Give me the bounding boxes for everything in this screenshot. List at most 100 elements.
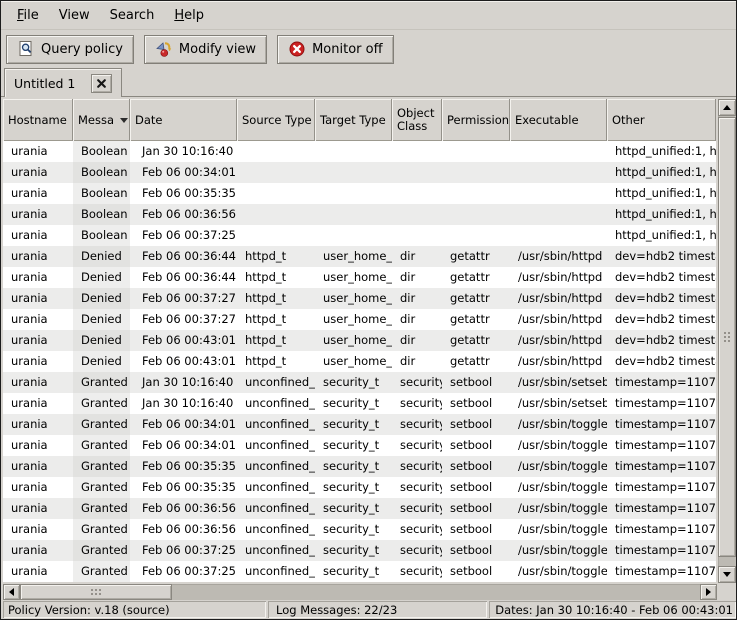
scroll-down-arrow[interactable] xyxy=(718,566,736,583)
cell-hostname: urania xyxy=(3,435,73,456)
column-header-executable[interactable]: Executable xyxy=(510,99,607,141)
cell-other: timestamp=11076 xyxy=(607,540,716,561)
modify-view-button[interactable]: Modify view xyxy=(144,35,267,64)
cell-permission: setbool xyxy=(442,477,510,498)
horizontal-scrollbar[interactable] xyxy=(3,584,717,600)
column-header-source-type[interactable]: Source Type xyxy=(237,99,315,141)
cell-object-class: security xyxy=(392,435,442,456)
log-row[interactable]: uraniaGrantedFeb 06 00:35:35unconfined_s… xyxy=(3,477,716,498)
menu-view[interactable]: View xyxy=(49,4,100,27)
cell-object-class xyxy=(392,162,442,183)
log-row[interactable]: uraniaGrantedFeb 06 00:37:25unconfined_s… xyxy=(3,561,716,582)
menu-file[interactable]: File xyxy=(7,4,49,27)
column-header-date[interactable]: Date xyxy=(130,99,237,141)
scroll-left-arrow[interactable] xyxy=(3,584,20,600)
cell-hostname: urania xyxy=(3,540,73,561)
log-row[interactable]: uraniaBooleanFeb 06 00:36:56httpd_unifie… xyxy=(3,204,716,225)
cell-object-class: security xyxy=(392,519,442,540)
cell-hostname: urania xyxy=(3,183,73,204)
cell-executable: /usr/sbin/setseb xyxy=(510,372,607,393)
log-row[interactable]: uraniaGrantedFeb 06 00:34:01unconfined_s… xyxy=(3,435,716,456)
cell-other: httpd_unified:1, h xyxy=(607,141,716,162)
log-row[interactable]: uraniaDeniedFeb 06 00:43:01httpd_tuser_h… xyxy=(3,351,716,372)
log-row[interactable]: uraniaGrantedJan 30 10:16:40unconfined_s… xyxy=(3,372,716,393)
cell-executable xyxy=(510,162,607,183)
log-row[interactable]: uraniaDeniedFeb 06 00:43:01httpd_tuser_h… xyxy=(3,330,716,351)
cell-target-type: security_t xyxy=(315,456,392,477)
cell-date: Feb 06 00:34:01 xyxy=(130,435,237,456)
cell-permission: setbool xyxy=(442,435,510,456)
dates-status: Dates: Jan 30 10:16:40 - Feb 06 00:43:01 xyxy=(489,601,736,618)
column-header-hostname[interactable]: Hostname xyxy=(3,99,73,141)
log-row[interactable]: uraniaGrantedFeb 06 00:34:01unconfined_s… xyxy=(3,414,716,435)
cell-source-type: unconfined_ xyxy=(237,414,315,435)
log-row[interactable]: uraniaGrantedFeb 06 00:36:56unconfined_s… xyxy=(3,519,716,540)
log-row[interactable]: uraniaBooleanFeb 06 00:37:25httpd_unifie… xyxy=(3,225,716,246)
menu-search[interactable]: Search xyxy=(100,4,165,27)
cell-object-class: dir xyxy=(392,309,442,330)
menu-help[interactable]: Help xyxy=(164,4,214,27)
log-row[interactable]: uraniaDeniedFeb 06 00:36:44httpd_tuser_h… xyxy=(3,267,716,288)
log-row[interactable]: uraniaBooleanFeb 06 00:35:35httpd_unifie… xyxy=(3,183,716,204)
cell-date: Feb 06 00:34:01 xyxy=(130,414,237,435)
sort-descending-icon xyxy=(120,118,128,123)
cell-other: dev=hdb2 timesta xyxy=(607,246,716,267)
left-arrow-icon xyxy=(9,588,14,596)
scroll-right-arrow[interactable] xyxy=(700,584,717,600)
query-policy-button[interactable]: Query policy xyxy=(6,35,134,64)
log-row[interactable]: uraniaBooleanFeb 06 00:34:01httpd_unifie… xyxy=(3,162,716,183)
cell-source-type: unconfined_ xyxy=(237,540,315,561)
monitor-off-button[interactable]: Monitor off xyxy=(277,35,393,64)
column-header-label: Executable xyxy=(515,114,579,127)
cell-hostname: urania xyxy=(3,330,73,351)
cell-object-class xyxy=(392,204,442,225)
status-bar: Policy Version: v.18 (source) Log Messag… xyxy=(1,600,736,619)
cell-messa: Denied xyxy=(73,288,130,309)
column-header-target-type[interactable]: Target Type xyxy=(315,99,392,141)
vertical-scrollbar-thumb[interactable] xyxy=(718,117,736,557)
modify-view-icon xyxy=(155,40,173,58)
cell-hostname: urania xyxy=(3,456,73,477)
column-header-messa[interactable]: Messa xyxy=(73,99,130,141)
cell-source-type: unconfined_ xyxy=(237,393,315,414)
query-policy-icon xyxy=(17,40,35,58)
cell-executable: /usr/sbin/toggle xyxy=(510,477,607,498)
log-row[interactable]: uraniaGrantedFeb 06 00:36:56unconfined_s… xyxy=(3,498,716,519)
column-header-other[interactable]: Other xyxy=(607,99,716,141)
close-icon[interactable] xyxy=(91,74,112,93)
cell-hostname: urania xyxy=(3,246,73,267)
cell-date: Feb 06 00:34:01 xyxy=(130,162,237,183)
column-header-object-class[interactable]: Object Class xyxy=(392,99,442,141)
cell-messa: Boolean xyxy=(73,225,130,246)
cell-source-type: unconfined_ xyxy=(237,477,315,498)
horizontal-scrollbar-thumb[interactable] xyxy=(20,584,172,600)
cell-permission: getattr xyxy=(442,309,510,330)
cell-source-type xyxy=(237,183,315,204)
column-header-label: Date xyxy=(135,114,163,127)
log-row[interactable]: uraniaGrantedFeb 06 00:35:35unconfined_s… xyxy=(3,456,716,477)
cell-messa: Granted xyxy=(73,456,130,477)
cell-permission: getattr xyxy=(442,288,510,309)
log-row[interactable]: uraniaDeniedFeb 06 00:37:27httpd_tuser_h… xyxy=(3,288,716,309)
cell-other: httpd_unified:1, h xyxy=(607,183,716,204)
column-header-permission[interactable]: Permission xyxy=(442,99,510,141)
cell-hostname: urania xyxy=(3,267,73,288)
log-row[interactable]: uraniaDeniedFeb 06 00:36:44httpd_tuser_h… xyxy=(3,246,716,267)
cell-permission: setbool xyxy=(442,561,510,582)
cell-target-type: security_t xyxy=(315,393,392,414)
cell-object-class: security xyxy=(392,540,442,561)
cell-other: timestamp=11076 xyxy=(607,519,716,540)
log-row[interactable]: uraniaBooleanJan 30 10:16:40httpd_unifie… xyxy=(3,141,716,162)
cell-permission: setbool xyxy=(442,519,510,540)
tab-untitled-1[interactable]: Untitled 1 xyxy=(4,68,122,97)
log-message-view: HostnameMessaDateSource TypeTarget TypeO… xyxy=(1,96,737,601)
log-row[interactable]: uraniaGrantedJan 30 10:16:40unconfined_s… xyxy=(3,393,716,414)
cell-executable: /usr/sbin/toggle xyxy=(510,435,607,456)
cell-other: timestamp=11076 xyxy=(607,456,716,477)
log-row[interactable]: uraniaGrantedFeb 06 00:37:25unconfined_s… xyxy=(3,540,716,561)
cell-target-type: user_home_ xyxy=(315,267,392,288)
cell-date: Feb 06 00:36:44 xyxy=(130,246,237,267)
vertical-scrollbar[interactable] xyxy=(718,99,736,583)
log-row[interactable]: uraniaDeniedFeb 06 00:37:27httpd_tuser_h… xyxy=(3,309,716,330)
scroll-up-arrow[interactable] xyxy=(718,99,736,116)
